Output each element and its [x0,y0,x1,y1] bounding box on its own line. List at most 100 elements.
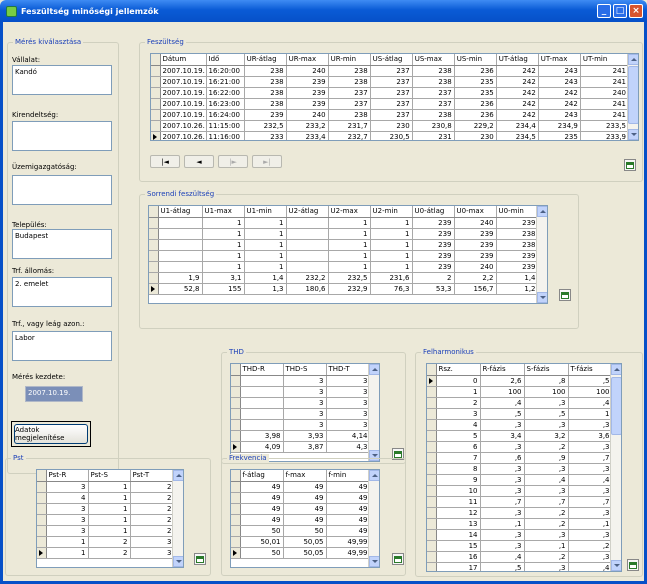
table-cell[interactable]: 1 [370,228,413,240]
table-cell[interactable]: ,3 [480,463,525,475]
table-cell[interactable]: 15 [436,540,481,552]
table-cell[interactable]: 237 [328,87,371,99]
table-cell[interactable]: ,5 [480,408,525,420]
table-cell[interactable]: ,9 [524,452,569,464]
table-cell[interactable]: ,3 [524,562,569,571]
table-row[interactable]: 33 [231,386,371,398]
table-cell[interactable]: 1 [244,261,287,273]
table-cell[interactable]: 155 [202,283,245,295]
table-cell[interactable]: 237 [370,98,413,110]
table-row[interactable]: 6,3,2,3 [427,441,613,453]
table-cell[interactable]: 3,1 [202,272,245,284]
table-cell[interactable]: 1 [328,217,371,229]
table-row[interactable]: 13,1,2,1 [427,518,613,530]
table-cell[interactable]: 1 [568,408,613,420]
table-cell[interactable]: 1 [88,514,131,526]
table-cell[interactable]: 50 [240,547,284,559]
voltage-grid[interactable]: Dátum Idő UR-átlag UR-max UR-min US-átlag US-m… [150,53,639,141]
table-cell[interactable]: 0 [436,375,481,387]
table-row[interactable]: 412 [37,492,175,504]
table-cell[interactable]: 3 [326,408,371,420]
scroll-down-icon[interactable] [369,556,379,567]
scroll-up-icon[interactable] [173,470,183,481]
table-cell[interactable]: 10 [436,485,481,497]
table-cell[interactable]: 2007.10.19. [160,76,207,88]
column-header[interactable]: US-max [412,54,455,66]
table-cell[interactable]: 16:23:00 [206,98,245,110]
table-row[interactable]: 2007.10.19. 16:24:00 239 240 238 237 238 236 242… [151,109,630,121]
table-cell[interactable]: 1 [244,239,287,251]
table-cell[interactable]: 49 [283,514,327,526]
harmonics-grid-scrollbar[interactable] [610,364,621,571]
table-cell[interactable]: 49,99 [326,547,371,559]
sequence-grid-scrollbar[interactable] [536,206,547,303]
row-indicator[interactable] [151,109,161,121]
table-row[interactable]: 1 1 1 1 239 239 238 [149,239,539,251]
column-header[interactable]: Pst-S [88,470,131,482]
table-cell[interactable]: ,1 [524,540,569,552]
row-indicator[interactable] [427,562,437,571]
table-cell[interactable]: ,3 [568,441,613,453]
table-cell[interactable]: ,3 [524,419,569,431]
table-cell[interactable]: 3 [283,408,327,420]
table-cell[interactable] [158,228,203,240]
table-cell[interactable]: 16:22:00 [206,87,245,99]
table-cell[interactable]: 1,4 [496,272,539,284]
table-cell[interactable]: ,3 [524,463,569,475]
table-row[interactable]: 33 [231,419,371,431]
row-indicator[interactable] [427,540,437,552]
column-header[interactable]: T-fázis [568,364,613,376]
table-cell[interactable]: 1 [202,250,245,262]
table-cell[interactable]: 238 [412,76,455,88]
table-cell[interactable]: 49 [283,503,327,515]
table-cell[interactable]: ,3 [568,419,613,431]
column-header[interactable]: U0-átlag [412,206,455,218]
scroll-down-icon[interactable] [537,292,547,303]
thd-grid[interactable]: THD-R THD-S THD-T 3 3 3 3 3 3 3 3 3 3 3,98 3,93 4,14 4,0… [230,363,380,462]
table-cell[interactable]: 230,5 [370,131,413,140]
table-cell[interactable]: 233,5 [580,120,630,132]
table-cell[interactable]: 240 [454,217,497,229]
table-cell[interactable]: ,3 [524,397,569,409]
table-cell[interactable]: 229,2 [454,120,497,132]
table-row[interactable]: 123 [37,536,175,548]
table-cell[interactable]: 231,7 [328,120,371,132]
next-record-button[interactable]: |► [218,155,248,168]
row-indicator[interactable] [37,481,47,493]
table-row[interactable]: 5 3,4 3,2 3,6 [427,430,613,442]
table-cell[interactable]: 232,7 [328,131,371,140]
row-indicator[interactable] [151,76,161,88]
row-indicator[interactable] [231,430,241,442]
table-cell[interactable]: 1,9 [158,272,203,284]
scroll-up-icon[interactable] [611,364,621,375]
table-cell[interactable]: ,7 [568,452,613,464]
table-cell[interactable]: ,3 [480,507,525,519]
table-cell[interactable]: 232,9 [328,283,371,295]
table-cell[interactable]: ,3 [568,485,613,497]
table-cell[interactable]: 1 [244,228,287,240]
row-indicator[interactable] [427,507,437,519]
table-cell[interactable]: 3,93 [283,430,327,442]
row-indicator[interactable] [151,120,161,132]
table-cell[interactable]: 243 [538,109,581,121]
table-cell[interactable]: 4,3 [326,441,371,453]
table-cell[interactable]: ,2 [568,540,613,552]
prev-record-button[interactable]: ◄ [184,155,214,168]
table-cell[interactable]: 236 [454,65,497,77]
scroll-up-icon[interactable] [628,54,638,65]
table-cell[interactable]: 1,3 [244,283,287,295]
table-cell[interactable]: ,3 [480,529,525,541]
table-cell[interactable]: 237 [412,98,455,110]
table-cell[interactable]: ,3 [568,463,613,475]
table-cell[interactable]: 1 [46,536,89,548]
close-button[interactable]: × [629,4,643,18]
row-indicator[interactable] [427,529,437,541]
table-cell[interactable]: ,3 [524,485,569,497]
table-cell[interactable]: 238 [328,65,371,77]
row-indicator[interactable] [231,375,241,387]
table-cell[interactable]: 240 [286,65,329,77]
table-cell[interactable]: 3 [283,419,327,431]
table-cell[interactable]: 50,05 [283,547,327,559]
column-header[interactable]: Idő [206,54,245,66]
row-indicator[interactable] [427,408,437,420]
